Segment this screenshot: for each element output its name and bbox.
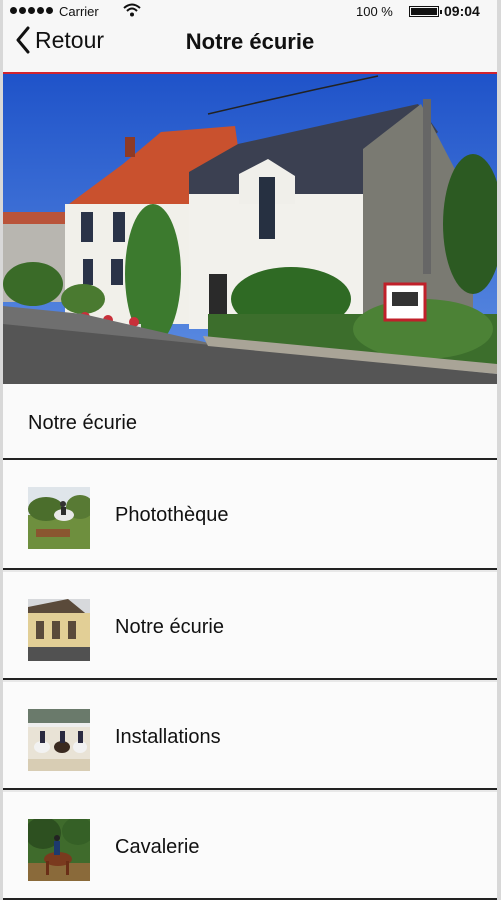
horse-rider-thumb xyxy=(28,819,90,881)
section-title: Notre écurie xyxy=(28,412,137,434)
list-item-phototheque[interactable]: Photothèque xyxy=(3,460,497,570)
list-item-label: Notre écurie xyxy=(115,616,224,638)
wifi-icon xyxy=(123,3,141,17)
status-bar: Carrier 100 % 09:04 xyxy=(3,0,497,22)
photo-riding-thumb xyxy=(28,487,90,549)
list-item-notre-ecurie[interactable]: Notre écurie xyxy=(3,570,497,680)
page-title: Notre écurie xyxy=(185,29,315,54)
stable-hero-photo xyxy=(3,74,497,384)
signal-strength-icon xyxy=(10,7,53,14)
list-item-installations[interactable]: Installations xyxy=(3,680,497,790)
battery-percentage: 100 % xyxy=(356,4,393,19)
section-header: Notre écurie xyxy=(3,384,497,460)
stable-building-thumb xyxy=(28,599,90,661)
battery-icon xyxy=(409,6,442,17)
carrier-name: Carrier xyxy=(59,4,99,19)
arena-riders-thumb xyxy=(28,709,90,771)
app-screen: Carrier 100 % 09:04 Retour Notre écurie xyxy=(3,0,497,900)
list-item-label: Installations xyxy=(115,726,221,748)
navigation-bar: Retour Notre écurie xyxy=(3,22,497,72)
clock: 09:04 xyxy=(444,3,480,19)
list-item-label: Cavalerie xyxy=(115,836,200,858)
menu-list: Photothèque Notre écurie Installations C… xyxy=(3,460,497,900)
list-item-label: Photothèque xyxy=(115,504,229,526)
list-item-cavalerie[interactable]: Cavalerie xyxy=(3,790,497,900)
